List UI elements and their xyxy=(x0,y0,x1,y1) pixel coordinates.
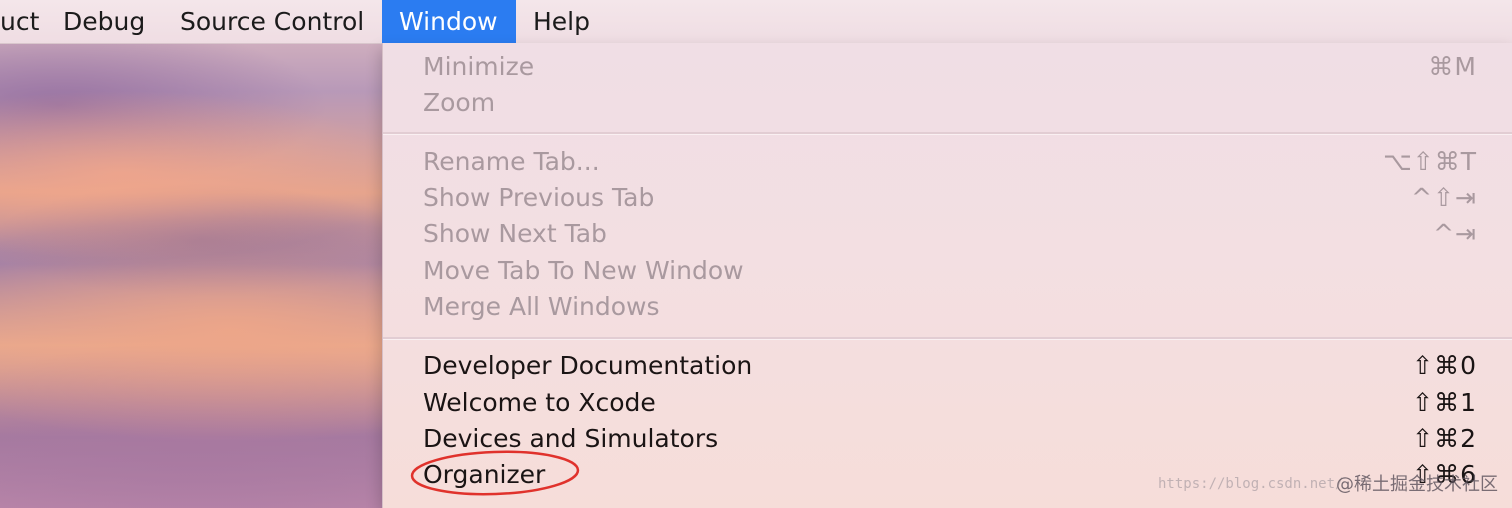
menu-item-label: Developer Documentation xyxy=(423,351,753,380)
menu-item-show-previous-tab[interactable]: Show Previous Tab ^⇧⇥ xyxy=(423,180,1477,216)
menu-separator xyxy=(383,337,1512,340)
menu-bar: uct Debug Source Control Window Help xyxy=(0,0,1512,44)
menu-item-shortcut: ⇧⌘0 xyxy=(1412,351,1477,380)
menu-item-label: Show Next Tab xyxy=(423,219,607,248)
menu-help[interactable]: Help xyxy=(516,0,607,43)
menu-item-welcome-to-xcode[interactable]: Welcome to Xcode ⇧⌘1 xyxy=(423,385,1477,421)
menu-window[interactable]: Window xyxy=(382,0,516,43)
menu-item-shortcut: ^⇥ xyxy=(1433,219,1477,248)
menu-item-label: Devices and Simulators xyxy=(423,424,719,453)
menu-item-label: Organizer xyxy=(423,460,546,489)
menu-item-label: Move Tab To New Window xyxy=(423,256,744,285)
menu-item-devices-and-simulators[interactable]: Devices and Simulators ⇧⌘2 xyxy=(423,421,1477,457)
menu-item-developer-documentation[interactable]: Developer Documentation ⇧⌘0 xyxy=(423,348,1477,384)
menu-item-label: Show Previous Tab xyxy=(423,183,655,212)
menu-item-move-tab-to-new-window[interactable]: Move Tab To New Window xyxy=(423,253,1477,289)
watermark-url: https://blog.csdn.net/ xyxy=(1158,476,1344,492)
menu-item-shortcut: ⌘M xyxy=(1428,52,1477,81)
menu-source-control[interactable]: Source Control xyxy=(163,0,381,43)
menu-debug[interactable]: Debug xyxy=(46,0,162,43)
window-menu-dropdown: Minimize ⌘M Zoom Rename Tab... ⌥⇧⌘T Show… xyxy=(382,43,1512,508)
menu-item-label: Minimize xyxy=(423,52,535,81)
menu-item-label: Welcome to Xcode xyxy=(423,388,656,417)
menu-item-shortcut: ⇧⌘2 xyxy=(1412,424,1477,453)
menu-item-label: Rename Tab... xyxy=(423,147,600,176)
menu-item-merge-all-windows[interactable]: Merge All Windows xyxy=(423,289,1477,325)
menu-item-shortcut: ^⇧⇥ xyxy=(1411,183,1477,212)
watermark-brand: @稀土掘金技术社区 xyxy=(1336,474,1498,495)
menu-item-label: Merge All Windows xyxy=(423,292,660,321)
menu-separator xyxy=(383,132,1512,135)
menu-item-label: Zoom xyxy=(423,88,496,117)
menu-item-shortcut: ⇧⌘1 xyxy=(1412,388,1477,417)
menu-item-rename-tab[interactable]: Rename Tab... ⌥⇧⌘T xyxy=(423,144,1477,180)
menu-item-zoom[interactable]: Zoom xyxy=(423,85,1477,121)
menu-item-shortcut: ⌥⇧⌘T xyxy=(1382,147,1477,176)
menu-item-show-next-tab[interactable]: Show Next Tab ^⇥ xyxy=(423,216,1477,252)
menu-item-minimize[interactable]: Minimize ⌘M xyxy=(423,49,1477,85)
